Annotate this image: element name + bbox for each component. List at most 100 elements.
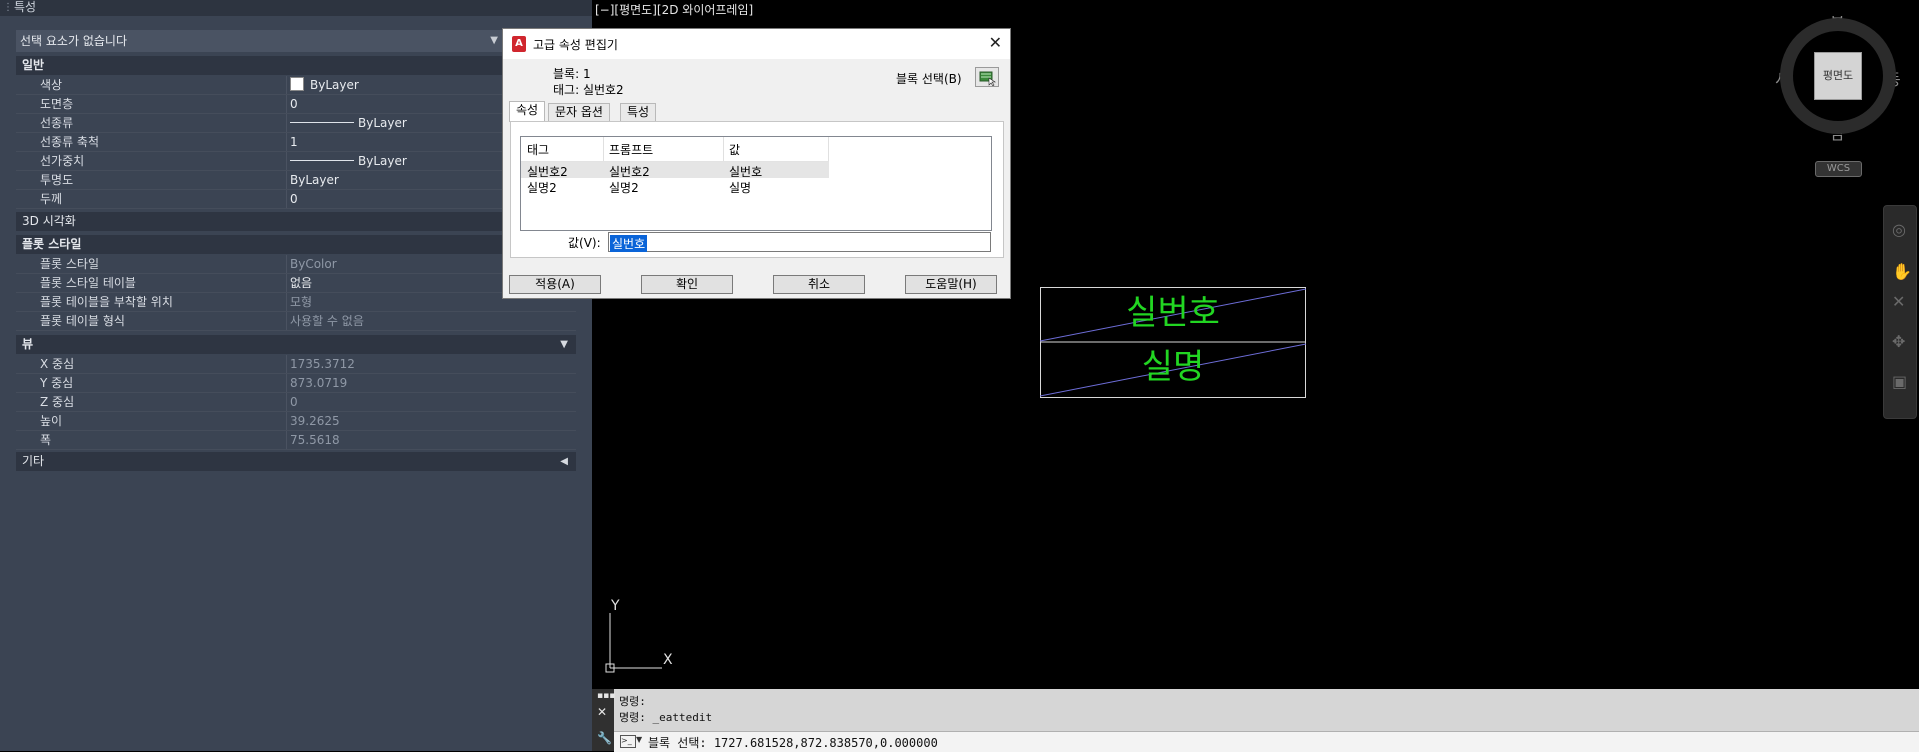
prop-row-plot-style-table[interactable]: 플롯 스타일 테이블 없음 [16, 274, 576, 293]
tab-text-options[interactable]: 문자 옵션 [548, 103, 610, 121]
prop-value: 39.2625 [290, 414, 340, 428]
tag-info: 태그: 실번호2 [553, 83, 624, 97]
prop-key: 플롯 스타일 테이블 [40, 276, 136, 290]
palette-title: 특성 [14, 0, 37, 14]
viewport-controls[interactable]: [−][평면도][2D 와이어프레임] [595, 1, 753, 18]
palette-title-bar[interactable]: ⋮ 특성 [0, 0, 592, 16]
section-misc-label: 기타 [22, 454, 45, 468]
list-item[interactable]: 실명2 실명2 실명 [521, 178, 829, 195]
prop-row-linetype[interactable]: 선종류 ByLayer [16, 114, 576, 133]
tab-attribute[interactable]: 속성 [509, 101, 546, 122]
selection-value: 선택 요소가 없습니다 [20, 34, 127, 48]
value-label: 값(V): [568, 236, 601, 250]
prop-row-center-x[interactable]: X 중심 1735.3712 [16, 355, 576, 374]
ok-button[interactable]: 확인 [641, 275, 733, 294]
showmotion-icon[interactable]: ▣ [1892, 372, 1907, 391]
section-3d-visualization[interactable]: 3D 시각화 [16, 212, 576, 231]
block-reference[interactable]: 실번호 실명 [1040, 287, 1306, 398]
command-input-text: 블록 선택: 1727.681528,872.838570,0.000000 [648, 736, 938, 750]
section-3d-label: 3D 시각화 [22, 214, 76, 228]
command-history-line: 명령: _eattedit [619, 711, 713, 724]
grip-icon[interactable]: ⋮ [3, 1, 13, 15]
prop-value: ByLayer [310, 78, 359, 92]
tab-properties[interactable]: 특성 [620, 103, 657, 121]
attribute-text-room-number: 실번호 [1126, 293, 1220, 333]
prop-value: ByColor [290, 257, 337, 271]
prop-key: 플롯 테이블을 부착할 위치 [40, 295, 173, 309]
chevron-down-icon[interactable]: ▼ [560, 335, 568, 354]
column-tag[interactable]: 태그 [527, 141, 549, 158]
prop-key: X 중심 [40, 357, 75, 371]
prop-value: 1 [290, 135, 298, 149]
command-line: ▪▪▪ ✕ 🔧 명령: 명령: _eattedit >_ ▼ 블록 선택: 17… [592, 689, 1919, 752]
section-general-label: 일반 [22, 58, 45, 72]
prop-value: 0 [290, 395, 298, 409]
list-item[interactable]: 실번호2 실번호2 실번호 [521, 162, 829, 179]
section-view-label: 뷰 [22, 337, 34, 351]
cancel-button[interactable]: 취소 [773, 275, 865, 294]
column-prompt[interactable]: 프롬프트 [609, 141, 653, 158]
prop-key: 투명도 [40, 173, 74, 187]
section-plot-style[interactable]: 플롯 스타일 [16, 235, 576, 254]
prop-row-plot-table-type[interactable]: 플롯 테이블 형식 사용할 수 없음 [16, 312, 576, 331]
prop-row-plot-style[interactable]: 플롯 스타일 ByColor [16, 255, 576, 274]
prop-row-transparency[interactable]: 투명도 ByLayer [16, 171, 576, 190]
prop-value: 1735.3712 [290, 357, 355, 371]
prop-row-height[interactable]: 높이 39.2625 [16, 412, 576, 431]
pan-icon[interactable]: ✋ [1892, 262, 1912, 281]
prop-row-linetype-scale[interactable]: 선종류 축척 1 [16, 133, 576, 152]
cell-value: 실명 [729, 181, 752, 195]
prop-key: 높이 [40, 414, 63, 428]
color-swatch-icon [290, 77, 304, 91]
customize-wrench-icon[interactable]: 🔧 [597, 731, 612, 745]
help-button[interactable]: 도움말(H) [905, 275, 997, 294]
prop-key: Z 중심 [40, 395, 75, 409]
section-general[interactable]: 일반 ▲ [16, 56, 576, 75]
prop-value: 없음 [290, 276, 313, 290]
wcs-menu[interactable]: WCS [1815, 161, 1862, 177]
section-misc[interactable]: 기타 ◀ [16, 452, 576, 471]
prop-value: 사용할 수 없음 [290, 314, 364, 328]
prop-value: 873.0719 [290, 376, 348, 390]
close-icon[interactable]: ✕ [989, 33, 1002, 52]
lineweight-sample [290, 160, 354, 161]
chevron-left-icon[interactable]: ◀ [560, 452, 568, 471]
prop-row-center-y[interactable]: Y 중심 873.0719 [16, 374, 576, 393]
block-select-label: 블록 선택(B) [896, 72, 962, 86]
prop-row-thickness[interactable]: 두께 0 [16, 190, 576, 209]
command-prompt-icon[interactable]: >_ [620, 735, 636, 748]
ucs-y-label: Y [611, 598, 620, 614]
prop-key: 두께 [40, 192, 63, 206]
orbit-icon[interactable]: ✥ [1892, 332, 1905, 351]
chevron-down-icon[interactable]: ▼ [490, 30, 498, 52]
ucs-x-label: X [663, 652, 673, 668]
prop-row-color[interactable]: 색상 ByLayer [16, 76, 576, 95]
column-value[interactable]: 값 [729, 141, 740, 158]
close-icon[interactable]: ✕ [597, 705, 607, 719]
viewcube-top-face[interactable]: 평면도 [1814, 52, 1862, 100]
linetype-sample [290, 122, 354, 123]
command-input[interactable]: >_ ▼ 블록 선택: 1727.681528,872.838570,0.000… [614, 731, 1919, 752]
prop-value: ByLayer [358, 116, 407, 130]
prop-value: 0 [290, 97, 298, 111]
select-block-icon [979, 71, 996, 87]
grip-icon[interactable]: ▪▪▪ [597, 691, 615, 701]
steering-wheel-icon[interactable]: ◎ [1892, 220, 1906, 239]
value-input[interactable]: 실번호 [608, 232, 991, 252]
section-view[interactable]: 뷰 ▼ [16, 335, 576, 354]
block-select-button[interactable] [975, 67, 999, 87]
prop-row-center-z[interactable]: Z 중심 0 [16, 393, 576, 412]
prop-key: 플롯 테이블 형식 [40, 314, 125, 328]
prop-row-plot-table-attach[interactable]: 플롯 테이블을 부착할 위치 모형 [16, 293, 576, 312]
prop-row-layer[interactable]: 도면층 0 [16, 95, 576, 114]
selection-dropdown[interactable]: 선택 요소가 없습니다 ▼ [16, 30, 504, 52]
value-input-selected-text: 실번호 [610, 235, 648, 252]
attribute-list[interactable]: 태그 프롬프트 값 실번호2 실번호2 실번호 실명2 실명2 실명 [520, 136, 992, 231]
apply-button[interactable]: 적용(A) [509, 275, 601, 294]
prop-key: 플롯 스타일 [40, 257, 100, 271]
prop-row-width[interactable]: 폭 75.5618 [16, 431, 576, 450]
dialog-title-bar[interactable]: A 고급 속성 편집기 ✕ [503, 29, 1010, 59]
prop-row-lineweight[interactable]: 선가중치 ByLayer [16, 152, 576, 171]
zoom-extents-icon[interactable]: ✕ [1892, 292, 1905, 311]
chevron-down-icon[interactable]: ▼ [636, 735, 642, 744]
